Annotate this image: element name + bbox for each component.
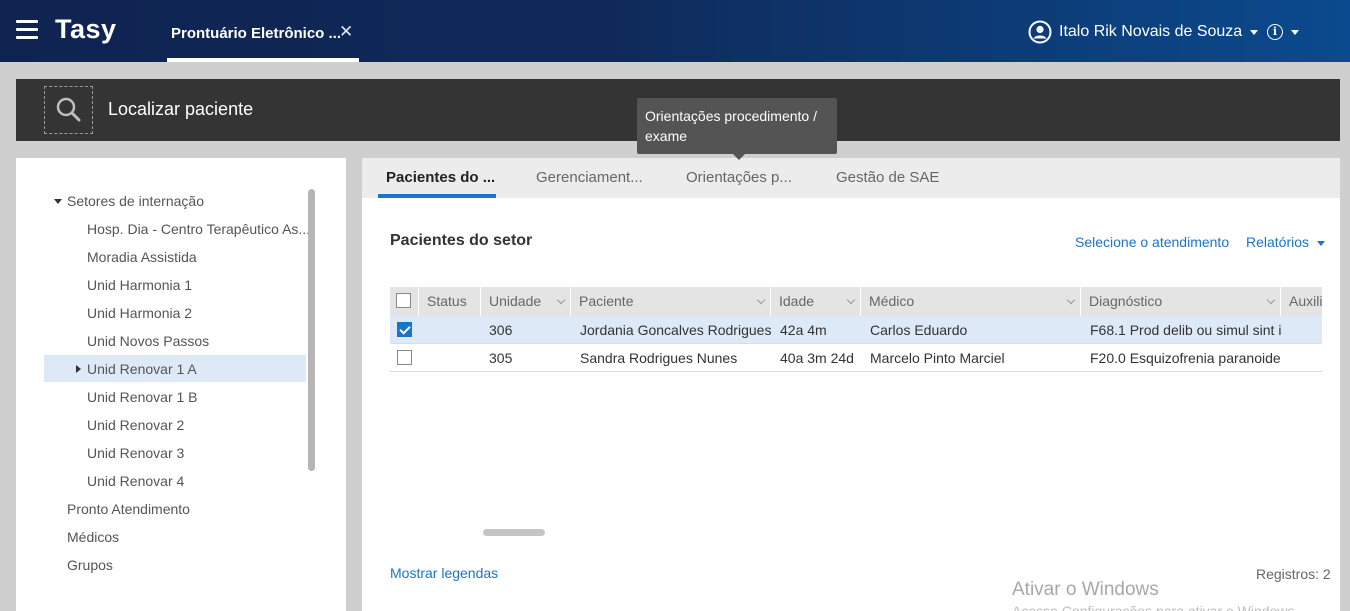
tree-item-hosp-dia[interactable]: Hosp. Dia - Centro Terapêutico As... [87, 221, 310, 237]
user-menu[interactable]: Italo Rik Novais de Souza [1028, 20, 1259, 44]
page-title: Pacientes do setor [390, 232, 533, 249]
column-header-diagnostico[interactable]: Diagnóstico [1081, 287, 1281, 316]
cell-medico: Carlos Eduardo [870, 322, 968, 338]
chevron-down-icon [1291, 29, 1299, 35]
search-button[interactable] [44, 86, 93, 134]
show-legends-link[interactable]: Mostrar legendas [390, 565, 498, 581]
chevron-down-icon [1317, 240, 1326, 246]
search-icon [56, 97, 81, 122]
column-label: Diagnóstico [1089, 293, 1163, 309]
close-icon[interactable]: ✕ [339, 22, 353, 42]
tab-gerenciamento[interactable]: Gerenciament... [536, 169, 643, 186]
open-tab-prontuario[interactable]: Prontuário Eletrônico ... ✕ [167, 0, 359, 62]
tree-item-unid-renovar-4[interactable]: Unid Renovar 4 [87, 473, 184, 489]
windows-activation-title: Ativar o Windows [1012, 579, 1159, 600]
cell-diagnostico: F20.0 Esquizofrenia paranoide [1090, 350, 1281, 366]
column-header-medico[interactable]: Médico [861, 287, 1081, 316]
column-header-status[interactable]: Status [419, 287, 481, 316]
chevron-down-icon[interactable] [1066, 295, 1076, 305]
main-panel: Pacientes do ... Gerenciament... Orienta… [362, 158, 1350, 611]
tabs-bar: Pacientes do ... Gerenciament... Orienta… [362, 158, 1350, 198]
cell-paciente: Jordania Goncalves Rodrigues [580, 322, 771, 338]
tab-gestao-sae[interactable]: Gestão de SAE [836, 169, 939, 186]
chevron-down-icon[interactable] [556, 295, 566, 305]
cell-idade: 42a 4m [780, 322, 827, 338]
cell-idade: 40a 3m 24d [780, 350, 854, 366]
tree-scrollbar[interactable] [308, 189, 315, 471]
column-label: Paciente [579, 293, 634, 309]
expand-icon[interactable] [54, 199, 62, 204]
chevron-down-icon[interactable] [846, 295, 856, 305]
app-logo: Tasy [55, 14, 117, 44]
chevron-down-icon[interactable] [756, 295, 766, 305]
tab-active-indicator [378, 194, 496, 198]
select-all-checkbox[interactable] [396, 293, 411, 308]
tree-item-unid-renovar-1b[interactable]: Unid Renovar 1 B [87, 389, 198, 405]
cell-diagnostico: F68.1 Prod delib ou simul sint in... [1090, 322, 1281, 338]
cell-status [419, 344, 481, 372]
cell-medico: Marcelo Pinto Marciel [870, 350, 1005, 366]
cell-status [419, 316, 481, 344]
grid-horizontal-scrollbar[interactable] [483, 529, 545, 536]
tree-item-unid-harmonia-2[interactable]: Unid Harmonia 2 [87, 305, 192, 321]
tree-item-medicos[interactable]: Médicos [67, 529, 119, 545]
tab-orientacoes[interactable]: Orientações p... [686, 169, 792, 186]
records-count: Registros: 2 [1256, 566, 1331, 582]
column-label: Idade [779, 293, 815, 309]
windows-activation-subtitle: Acesse Configurações para ativar o Windo… [1012, 603, 1299, 611]
table-row[interactable]: 305 Sandra Rodrigues Nunes 40a 3m 24d Ma… [390, 344, 1322, 372]
tree-item-unid-novos-passos[interactable]: Unid Novos Passos [87, 333, 209, 349]
reports-label: Relatórios [1246, 234, 1310, 250]
column-header-paciente[interactable]: Paciente [571, 287, 771, 316]
open-tab-title: Prontuário Eletrônico ... [171, 25, 342, 42]
cell-unidade: 306 [489, 322, 513, 338]
column-header-auxiliar[interactable]: Auxilia [1281, 287, 1322, 316]
column-label: Unidade [489, 293, 542, 309]
user-avatar-icon [1028, 20, 1052, 44]
chevron-down-icon [1250, 29, 1259, 35]
row-checkbox[interactable] [397, 322, 412, 337]
table-row[interactable]: 306 Jordania Goncalves Rodrigues 42a 4m … [390, 316, 1322, 344]
tree-item-unid-renovar-2[interactable]: Unid Renovar 2 [87, 417, 184, 433]
column-label: Auxilia [1289, 293, 1322, 309]
window-edge [1340, 62, 1350, 611]
info-icon: i [1267, 24, 1283, 40]
select-attendance-link[interactable]: Selecione o atendimento [1075, 234, 1229, 250]
column-label: Status [427, 293, 467, 309]
tree-item-selected-row[interactable]: Unid Renovar 1 A [44, 355, 306, 382]
user-name: Italo Rik Novais de Souza [1059, 23, 1243, 40]
reports-menu[interactable]: Relatórios [1246, 234, 1326, 250]
cell-paciente: Sandra Rodrigues Nunes [580, 350, 738, 366]
chevron-down-icon[interactable] [1266, 295, 1276, 305]
top-bar: Tasy Prontuário Eletrônico ... ✕ Italo R… [0, 0, 1350, 62]
row-checkbox[interactable] [397, 350, 412, 365]
tab-active-indicator [167, 58, 359, 62]
expand-icon[interactable] [76, 365, 81, 373]
tree-item-grupos[interactable]: Grupos [67, 557, 113, 573]
header-select-cell [390, 287, 419, 316]
tree-item-moradia-assistida[interactable]: Moradia Assistida [87, 249, 197, 265]
column-header-unidade[interactable]: Unidade [481, 287, 571, 316]
sector-tree-panel: Setores de internação Hosp. Dia - Centro… [16, 158, 346, 611]
tree-item-unid-harmonia-1[interactable]: Unid Harmonia 1 [87, 277, 192, 293]
tab-pacientes[interactable]: Pacientes do ... [386, 169, 495, 186]
info-menu[interactable]: i [1267, 24, 1299, 40]
column-label: Médico [869, 293, 915, 309]
tree-item-setores-internacao[interactable]: Setores de internação [67, 193, 204, 209]
grid-header: Status Unidade Paciente Idade Médico Dia… [390, 287, 1322, 316]
search-label[interactable]: Localizar paciente [108, 99, 253, 120]
tab-tooltip: Orientações procedimento / exame [637, 98, 837, 160]
hamburger-menu-icon[interactable] [16, 20, 38, 40]
cell-unidade: 305 [489, 350, 513, 366]
column-header-idade[interactable]: Idade [771, 287, 861, 316]
patients-grid: Status Unidade Paciente Idade Médico Dia… [390, 287, 1322, 373]
tree-item-pronto-atendimento[interactable]: Pronto Atendimento [67, 501, 190, 517]
tree-item-unid-renovar-3[interactable]: Unid Renovar 3 [87, 445, 184, 461]
tree-item-unid-renovar-1a: Unid Renovar 1 A [87, 361, 197, 377]
